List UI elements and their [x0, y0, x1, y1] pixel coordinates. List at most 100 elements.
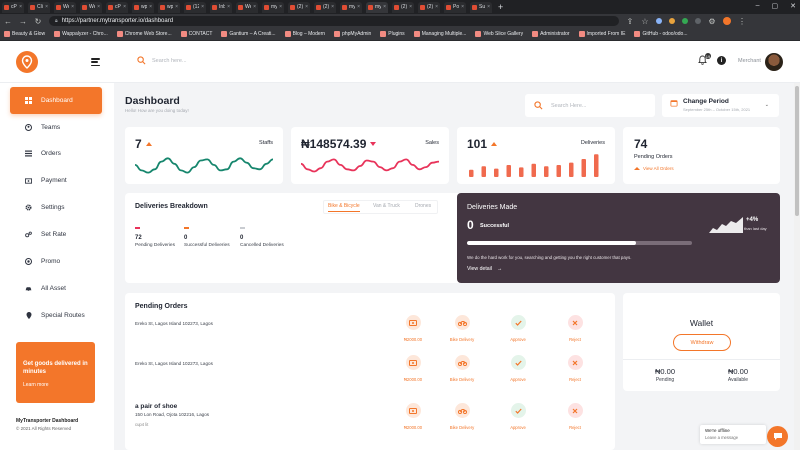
change-period-button[interactable]: Change Period September 25th – October 1…	[662, 94, 779, 117]
menu-toggle-icon[interactable]	[91, 58, 100, 66]
table-row[interactable]: Ereko St, Lagos Island 102273, Lagos ₦200…	[135, 355, 605, 382]
forward-icon[interactable]: →	[19, 17, 27, 26]
browser-tab[interactable]: (2) S×	[288, 1, 310, 13]
dashboard-search[interactable]: Search Here...	[525, 94, 655, 117]
bookmark-item[interactable]: Chrome Web Store...	[116, 31, 172, 37]
close-icon[interactable]: ×	[487, 4, 490, 10]
close-icon[interactable]: ×	[149, 4, 152, 10]
sidebar-item-dashboard[interactable]: Dashboard	[10, 87, 102, 114]
reload-icon[interactable]: ↻	[34, 17, 42, 26]
browser-tab[interactable]: (2) S×	[314, 1, 336, 13]
close-icon[interactable]: ×	[357, 4, 360, 10]
breakdown-tab-van-truck[interactable]: Van & Truck	[373, 203, 400, 211]
close-icon[interactable]: ×	[71, 4, 74, 10]
chat-widget[interactable]: We're offline Leave a message	[700, 425, 766, 444]
browser-tab[interactable]: myti×	[366, 1, 388, 13]
sidebar-item-settings[interactable]: Settings	[10, 194, 102, 221]
browser-tab[interactable]: Inbo×	[210, 1, 232, 13]
browser-tab[interactable]: wp-a×	[132, 1, 154, 13]
browser-tab[interactable]: Web×	[80, 1, 102, 13]
extension-icon[interactable]	[656, 18, 662, 24]
approve-icon[interactable]	[510, 315, 526, 330]
table-row[interactable]: Ereko St, Lagos Island 102273, Lagos ₦200…	[135, 315, 605, 342]
browser-tab[interactable]: Sub×	[470, 1, 492, 13]
sidebar-item-set-rate[interactable]: Set Rate	[10, 221, 102, 248]
view-all-orders-link[interactable]: View All Orders	[634, 166, 674, 171]
promo-learn-more-link[interactable]: Learn more	[23, 382, 88, 388]
sidebar-item-orders[interactable]: Orders	[10, 140, 102, 167]
reject-button[interactable]: Reject	[555, 355, 595, 382]
extension-icon[interactable]	[695, 18, 701, 24]
close-icon[interactable]: ×	[123, 4, 126, 10]
close-icon[interactable]: ×	[227, 4, 230, 10]
view-detail-link[interactable]: View detail →	[467, 266, 502, 272]
info-icon[interactable]: i	[717, 56, 726, 65]
browser-tab[interactable]: Web×	[236, 1, 258, 13]
browser-tab[interactable]: Web×	[54, 1, 76, 13]
bookmark-item[interactable]: phpMyAdmin	[334, 31, 371, 37]
extension-icon[interactable]	[669, 18, 675, 24]
profile-icon[interactable]	[723, 17, 731, 25]
close-icon[interactable]: ×	[461, 4, 464, 10]
close-icon[interactable]: ×	[201, 4, 204, 10]
browser-tab[interactable]: cPan×	[106, 1, 128, 13]
sidebar-item-promo[interactable]: Promo	[10, 248, 102, 275]
browser-tab[interactable]: (2) S×	[392, 1, 414, 13]
bookmark-item[interactable]: Gantium – A Creati...	[221, 31, 276, 37]
approve-icon[interactable]	[510, 355, 526, 370]
minimize-icon[interactable]: –	[756, 2, 760, 10]
browser-tab[interactable]: (12)×	[184, 1, 206, 13]
close-icon[interactable]: ×	[45, 4, 48, 10]
back-icon[interactable]: ←	[4, 17, 12, 26]
promo-card[interactable]: Get goods delivered in minutes Learn mor…	[16, 342, 95, 403]
brand-logo[interactable]	[16, 51, 38, 73]
bookmark-item[interactable]: GitHub - odoo/odo...	[634, 31, 687, 37]
browser-tab[interactable]: Cliq×	[28, 1, 50, 13]
scrollbar-thumb[interactable]	[795, 86, 799, 216]
close-icon[interactable]: ×	[435, 4, 438, 10]
reject-icon[interactable]	[567, 355, 583, 370]
sidebar-item-all-asset[interactable]: All Asset	[10, 275, 102, 302]
approve-icon[interactable]	[510, 403, 526, 418]
share-icon[interactable]: ⇪	[626, 17, 634, 26]
close-icon[interactable]: ×	[409, 4, 412, 10]
bookmark-item[interactable]: Beauty & Glow	[4, 31, 45, 37]
browser-tab[interactable]: my_t×	[262, 1, 284, 13]
puzzle-icon[interactable]: ⚙	[708, 17, 716, 26]
sidebar-item-special-routes[interactable]: Special Routes	[10, 302, 102, 329]
browser-tab[interactable]: wp-a×	[158, 1, 180, 13]
close-icon[interactable]: ×	[175, 4, 178, 10]
bookmark-item[interactable]: Web Slice Gallery	[475, 31, 523, 37]
close-icon[interactable]: ×	[19, 4, 22, 10]
close-icon[interactable]: ×	[97, 4, 100, 10]
chat-button[interactable]	[767, 426, 788, 447]
close-window-icon[interactable]: ✕	[790, 2, 796, 10]
bookmark-item[interactable]: Administrator	[532, 31, 570, 37]
avatar[interactable]	[765, 53, 783, 71]
close-icon[interactable]: ×	[305, 4, 308, 10]
bookmark-item[interactable]: Wappalyzer - Chro...	[54, 31, 108, 37]
sales-card[interactable]: ₦148574.39 Sales	[291, 127, 449, 184]
approve-button[interactable]: Approve	[498, 355, 538, 382]
bookmark-item[interactable]: Imported From IE	[578, 31, 625, 37]
close-icon[interactable]: ×	[279, 4, 282, 10]
menu-dots-icon[interactable]: ⋮	[738, 17, 746, 26]
withdraw-button[interactable]: Withdraw	[673, 334, 731, 351]
staffs-card[interactable]: 7 Staffs	[125, 127, 283, 184]
close-icon[interactable]: ×	[331, 4, 334, 10]
reject-button[interactable]: Reject	[555, 315, 595, 342]
approve-button[interactable]: Approve	[498, 403, 538, 430]
bookmark-item[interactable]: Managing Multiple...	[413, 31, 466, 37]
reject-icon[interactable]	[567, 403, 583, 418]
bookmark-item[interactable]: Plugins	[380, 31, 405, 37]
bookmark-item[interactable]: CONTACT	[180, 31, 212, 37]
extension-icon[interactable]	[682, 18, 688, 24]
sidebar-item-teams[interactable]: Teams	[10, 114, 102, 141]
reject-icon[interactable]	[567, 315, 583, 330]
browser-tab[interactable]: cPan×	[2, 1, 24, 13]
maximize-icon[interactable]: ▢	[772, 2, 779, 10]
sidebar-item-payment[interactable]: Payment	[10, 167, 102, 194]
new-tab-icon[interactable]: +	[498, 2, 503, 12]
star-icon[interactable]: ☆	[641, 17, 649, 26]
browser-tab[interactable]: (2) S×	[418, 1, 440, 13]
